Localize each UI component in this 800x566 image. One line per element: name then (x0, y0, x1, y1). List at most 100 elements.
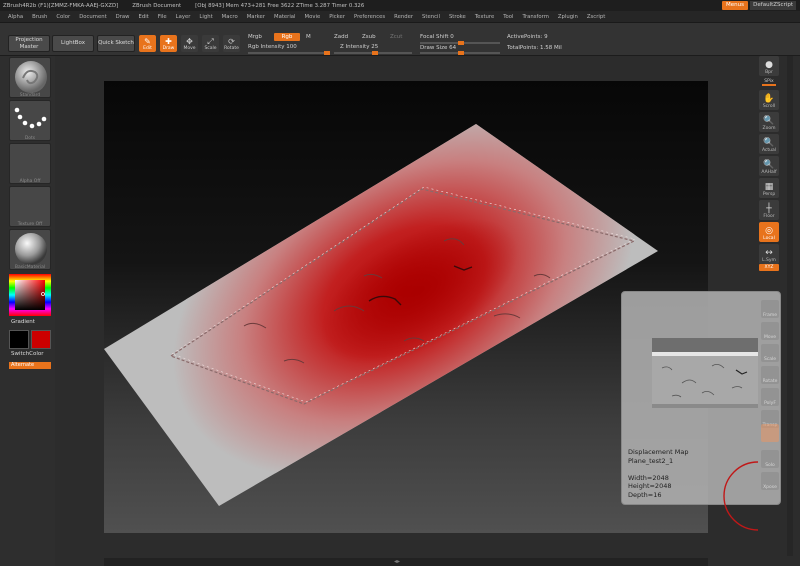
polyf-ghost-button: PolyF (761, 388, 779, 406)
frame-ghost-button: Frame (761, 300, 779, 318)
draw-icon: ✚ (165, 37, 172, 46)
default-zscript-button[interactable]: DefaultZScript (750, 1, 796, 10)
local-button[interactable]: ◎ Local (759, 222, 779, 242)
spix-slider[interactable]: SPix (759, 79, 779, 87)
rgb-toggle[interactable]: Rgb (274, 33, 300, 41)
menu-edit[interactable]: Edit (139, 14, 149, 20)
persp-button[interactable]: ▦ Persp (759, 178, 779, 198)
menu-document[interactable]: Document (79, 14, 106, 20)
lightbox-button[interactable]: LightBox (52, 35, 94, 52)
brush-selector[interactable] (9, 57, 51, 98)
floor-button[interactable]: ┼ Floor (759, 200, 779, 220)
alternate-button[interactable]: Alternate (9, 362, 51, 369)
active-points-readout: ActivePoints: 9 (507, 34, 548, 40)
alpha-caption: Alpha Off (19, 179, 41, 184)
rgb-intensity-label: Rgb Intensity 100 (248, 44, 297, 50)
xyz-toggle[interactable]: XYZ (759, 264, 779, 271)
document-title: ZBrush Document (132, 2, 182, 9)
move-icon: ✥ (186, 37, 193, 46)
displacement-map-info: Displacement Map Plane_test2_1 Width=204… (628, 448, 689, 499)
draw-mode-button[interactable]: ✚ Draw (160, 35, 177, 52)
z-intensity-label: Z Intensity 25 (340, 44, 379, 50)
menus-button[interactable]: Menus (722, 1, 748, 10)
rotate-mode-button[interactable]: ⟳ Rotate (223, 35, 240, 52)
quick-sketch-button[interactable]: Quick Sketch (97, 35, 135, 52)
switch-color-button[interactable]: SwitchColor (11, 351, 44, 357)
ghost-swatch (761, 424, 779, 442)
scale-ghost-button: Scale (761, 344, 779, 362)
hand-icon: ✋ (763, 94, 775, 104)
primary-color-swatch[interactable] (9, 330, 29, 349)
aahalf-button[interactable]: 🔍 AAHalf (759, 156, 779, 176)
material-selector[interactable] (9, 229, 51, 270)
menu-marker[interactable]: Marker (247, 14, 265, 20)
menu-color[interactable]: Color (56, 14, 70, 20)
color-picker[interactable] (9, 274, 51, 316)
menu-picker[interactable]: Picker (329, 14, 345, 20)
bottom-scrollbar[interactable]: ◂▸ (104, 558, 708, 566)
menu-macro[interactable]: Macro (222, 14, 238, 20)
focal-shift-label: Focal Shift 0 (420, 34, 454, 40)
menu-stencil[interactable]: Stencil (422, 14, 440, 20)
edit-icon: ✎ (144, 37, 151, 46)
floor-icon: ┼ (766, 204, 772, 214)
menu-zplugin[interactable]: Zplugin (558, 14, 578, 20)
projection-master-button[interactable]: Projection Master (8, 35, 50, 52)
z-intensity-slider[interactable] (334, 51, 412, 55)
scroll-button[interactable]: ✋ Scroll (759, 90, 779, 110)
scale-icon: ⤢ (207, 37, 214, 46)
mrgb-toggle[interactable]: Mrgb (248, 34, 262, 40)
navigation-gizmo-icon[interactable] (714, 458, 770, 534)
brush-caption: Standard (19, 93, 41, 98)
actual-button[interactable]: 🔍 Actual (759, 134, 779, 154)
menu-stroke[interactable]: Stroke (449, 14, 466, 20)
edit-mode-button[interactable]: ✎ Edit (139, 35, 156, 52)
lsym-button[interactable]: ↔ L.Sym (759, 244, 779, 264)
menu-render[interactable]: Render (394, 14, 413, 20)
zcut-toggle[interactable]: Zcut (390, 34, 402, 40)
gradient-label[interactable]: Gradient (11, 319, 35, 325)
bpr-icon: ● (765, 60, 773, 70)
menu-transform[interactable]: Transform (523, 14, 549, 20)
move-mode-button[interactable]: ✥ Move (181, 35, 198, 52)
right-scrollbar[interactable] (787, 56, 793, 556)
local-icon: ◎ (765, 226, 773, 236)
scale-mode-button[interactable]: ⤢ Scale (202, 35, 219, 52)
rgb-intensity-slider[interactable] (248, 51, 330, 55)
draw-size-slider[interactable] (420, 51, 500, 55)
material-caption: BasicMaterial (14, 265, 46, 270)
zoom-button[interactable]: 🔍 Zoom (759, 112, 779, 132)
texture-selector[interactable] (9, 186, 51, 227)
stroke-caption: Dots (24, 136, 36, 141)
displacement-map-thumbnail (652, 338, 758, 408)
menu-preferences[interactable]: Preferences (354, 14, 385, 20)
m-toggle[interactable]: M (306, 34, 311, 40)
stroke-selector[interactable] (9, 100, 51, 141)
menu-zscript[interactable]: Zscript (587, 14, 605, 20)
bpr-button[interactable]: ● Bpr (759, 56, 779, 76)
draw-size-label: Draw Size 64 (420, 45, 457, 51)
aahalf-magnifier-icon: 🔍 (763, 160, 775, 170)
zadd-toggle[interactable]: Zadd (334, 34, 348, 40)
rotate-ghost-button: Rotate (761, 366, 779, 384)
magnifier-icon: 🔍 (763, 116, 775, 126)
menu-brush[interactable]: Brush (32, 14, 47, 20)
menu-movie[interactable]: Movie (305, 14, 321, 20)
symmetry-icon: ↔ (765, 248, 773, 258)
menu-file[interactable]: File (158, 14, 167, 20)
secondary-color-swatch[interactable] (31, 330, 51, 349)
total-points-readout: TotalPoints: 1.58 Mil (507, 45, 562, 51)
menu-alpha[interactable]: Alpha (8, 14, 23, 20)
menu-draw[interactable]: Draw (116, 14, 130, 20)
menu-material[interactable]: Material (274, 14, 296, 20)
texture-caption: Texture Off (17, 222, 43, 227)
zsub-toggle[interactable]: Zsub (362, 34, 376, 40)
alpha-selector[interactable] (9, 143, 51, 184)
menu-texture[interactable]: Texture (475, 14, 494, 20)
canvas-viewport[interactable] (104, 81, 708, 533)
focal-shift-slider[interactable] (420, 41, 500, 45)
menu-light[interactable]: Light (199, 14, 212, 20)
actual-magnifier-icon: 🔍 (763, 138, 775, 148)
menu-tool[interactable]: Tool (503, 14, 513, 20)
menu-layer[interactable]: Layer (176, 14, 191, 20)
